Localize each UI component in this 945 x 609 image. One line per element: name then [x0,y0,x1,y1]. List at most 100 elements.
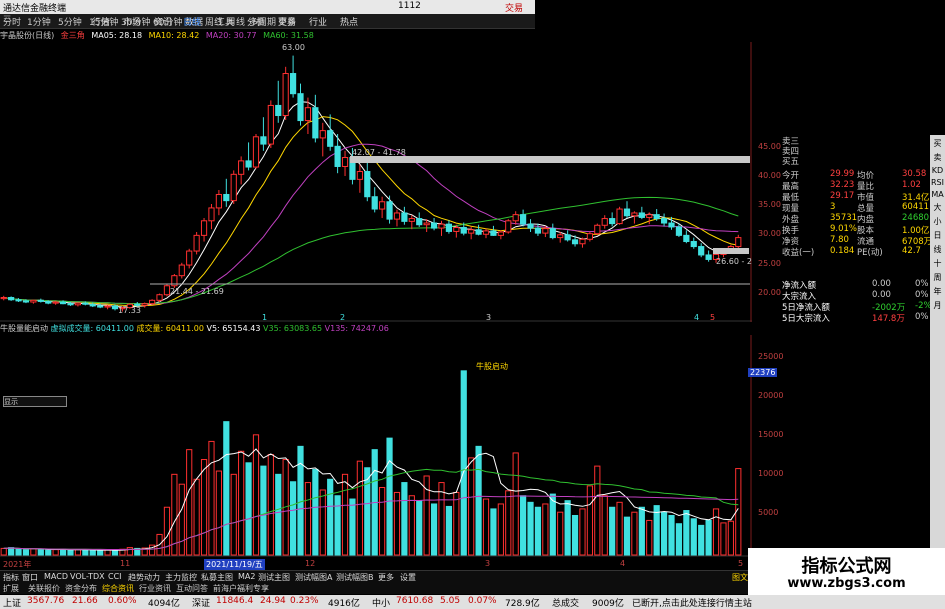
strip-button[interactable]: RSI [930,178,945,187]
price-chart[interactable]: 63.00 42.07 - 41.78 17.33 21.44 - 21.69 26.6… [0,42,752,322]
volume-bar [416,500,423,556]
strip-button[interactable]: 卖 [930,152,945,163]
indicator-tab[interactable]: MACD [44,572,68,581]
strip-button[interactable]: 买 [930,138,945,149]
volume-bar [497,503,504,556]
volume-bar [0,547,7,556]
sz-name: 深证 [192,599,211,609]
info-tab[interactable]: 前海户福利专享 [213,583,269,594]
quote-bid-5: 买五 [782,157,800,167]
candle-body [616,208,623,225]
volume-bar [349,498,356,556]
candle-body [193,234,200,252]
volume-bar [445,505,453,556]
info-tab[interactable]: 互动问答 [176,583,208,594]
period-bar: 分时 1分钟 5分钟 15分钟 30分钟 60分钟 日线 周线 月线 多周期 更… [0,15,300,28]
menu-item[interactable]: 行业 [309,15,327,28]
volume-bar [638,506,645,556]
sh-name: 上证 [3,599,22,609]
flow-value: -2002万 [872,303,906,313]
quote-label: 最高 [782,182,800,192]
indicator-tab[interactable]: MA2 [238,572,255,581]
info-tab[interactable]: 关联报价 [28,583,60,594]
volume-bar [601,495,608,556]
quote-value: 29.17 [830,191,855,201]
candle-body [609,218,616,225]
volume-bar [653,505,660,556]
volume-bar [15,548,22,556]
candle-body [37,299,44,302]
volume-bar [705,519,712,556]
candle-body [520,214,527,225]
candle-body [178,264,185,277]
flow-value: 147.8万 [872,314,905,324]
candle-body [275,104,282,117]
strip-button[interactable]: 线 [930,244,945,255]
volume-bar [22,549,30,556]
candle-body [468,229,475,234]
candle-body [401,212,408,222]
period-tab[interactable]: 分时 [3,15,21,28]
indicator-tab[interactable]: VOL-TDX [70,572,105,581]
volume-bar [675,523,683,556]
quote-value: 30.58 [902,169,927,179]
volume-chart[interactable]: 牛股启动 [0,335,752,557]
period-tab-active[interactable]: 日线 [183,15,201,28]
info-tab[interactable]: 扩展 [3,583,19,594]
candle-body [512,214,519,222]
vol-axis-label: 10000 [758,469,784,478]
strip-button[interactable]: 月 [930,300,945,311]
title-bar: 通达信金融终端 1112 交易 [0,0,535,14]
status-bar: 上证 3567.76 21.66 0.60% 4094亿 深证 11846.4 … [0,595,945,609]
info-tab[interactable]: 资金分布 [65,583,97,594]
candle-body [505,220,512,233]
candle-body [327,130,334,147]
strip-button[interactable]: 年 [930,286,945,297]
quote-label: 今开 [782,171,800,181]
strip-button[interactable]: KD [930,166,945,175]
period-tab[interactable]: 多周期 [249,15,276,28]
menu-item[interactable]: 热点 [340,15,358,28]
candle-body [22,300,30,303]
volume-bar [252,434,260,556]
volume-bar [520,495,527,556]
period-tab[interactable]: 1分钟 [27,15,51,28]
period-tab[interactable]: 周线 [205,15,223,28]
zx-value: 7610.68 [396,596,434,606]
info-tab-active[interactable]: 综合资讯 [102,583,134,594]
period-tab[interactable]: 60分钟 [153,15,182,28]
trade-button[interactable]: 交易 [505,1,523,14]
strip-button[interactable]: 日 [930,230,945,241]
volume-bar [275,473,282,556]
legend-box[interactable]: 显示 [3,396,67,407]
flow-label: 5日净流入额 [782,303,830,313]
info-tab[interactable]: 行业资讯 [139,583,171,594]
candle-body [30,299,37,303]
connection-message[interactable]: 已断开,点击此处连接行情主站 [632,596,752,609]
strip-button[interactable]: 十 [930,258,945,269]
indicator-tab[interactable]: CCI [108,572,122,581]
volume-bar [482,498,490,556]
period-tab[interactable]: 月线 [227,15,245,28]
period-tab[interactable]: 5分钟 [58,15,82,28]
candle-body [67,303,74,306]
quote-value: 6708万 [902,237,933,247]
strip-button[interactable]: MA [930,190,945,199]
right-range-label: 26.60 - 2 [716,257,752,266]
period-tab[interactable]: 更多 [278,15,296,28]
period-tab[interactable]: 30分钟 [121,15,150,28]
month-label: 12 [305,559,316,568]
strip-button[interactable]: 小 [930,216,945,227]
volume-bar [356,460,363,556]
candle-body [186,250,193,266]
period-tab[interactable]: 15分钟 [89,15,118,28]
volume-bar [720,522,727,556]
volume-bar [304,482,312,556]
volume-bar [379,487,386,556]
volume-bar [30,548,37,556]
strip-button[interactable]: 周 [930,272,945,283]
vol-v5: V5: 65154.43 [206,324,261,333]
volume-bar [712,508,720,556]
zx-pct: 0.07% [468,596,497,606]
strip-button[interactable]: 大 [930,202,945,213]
